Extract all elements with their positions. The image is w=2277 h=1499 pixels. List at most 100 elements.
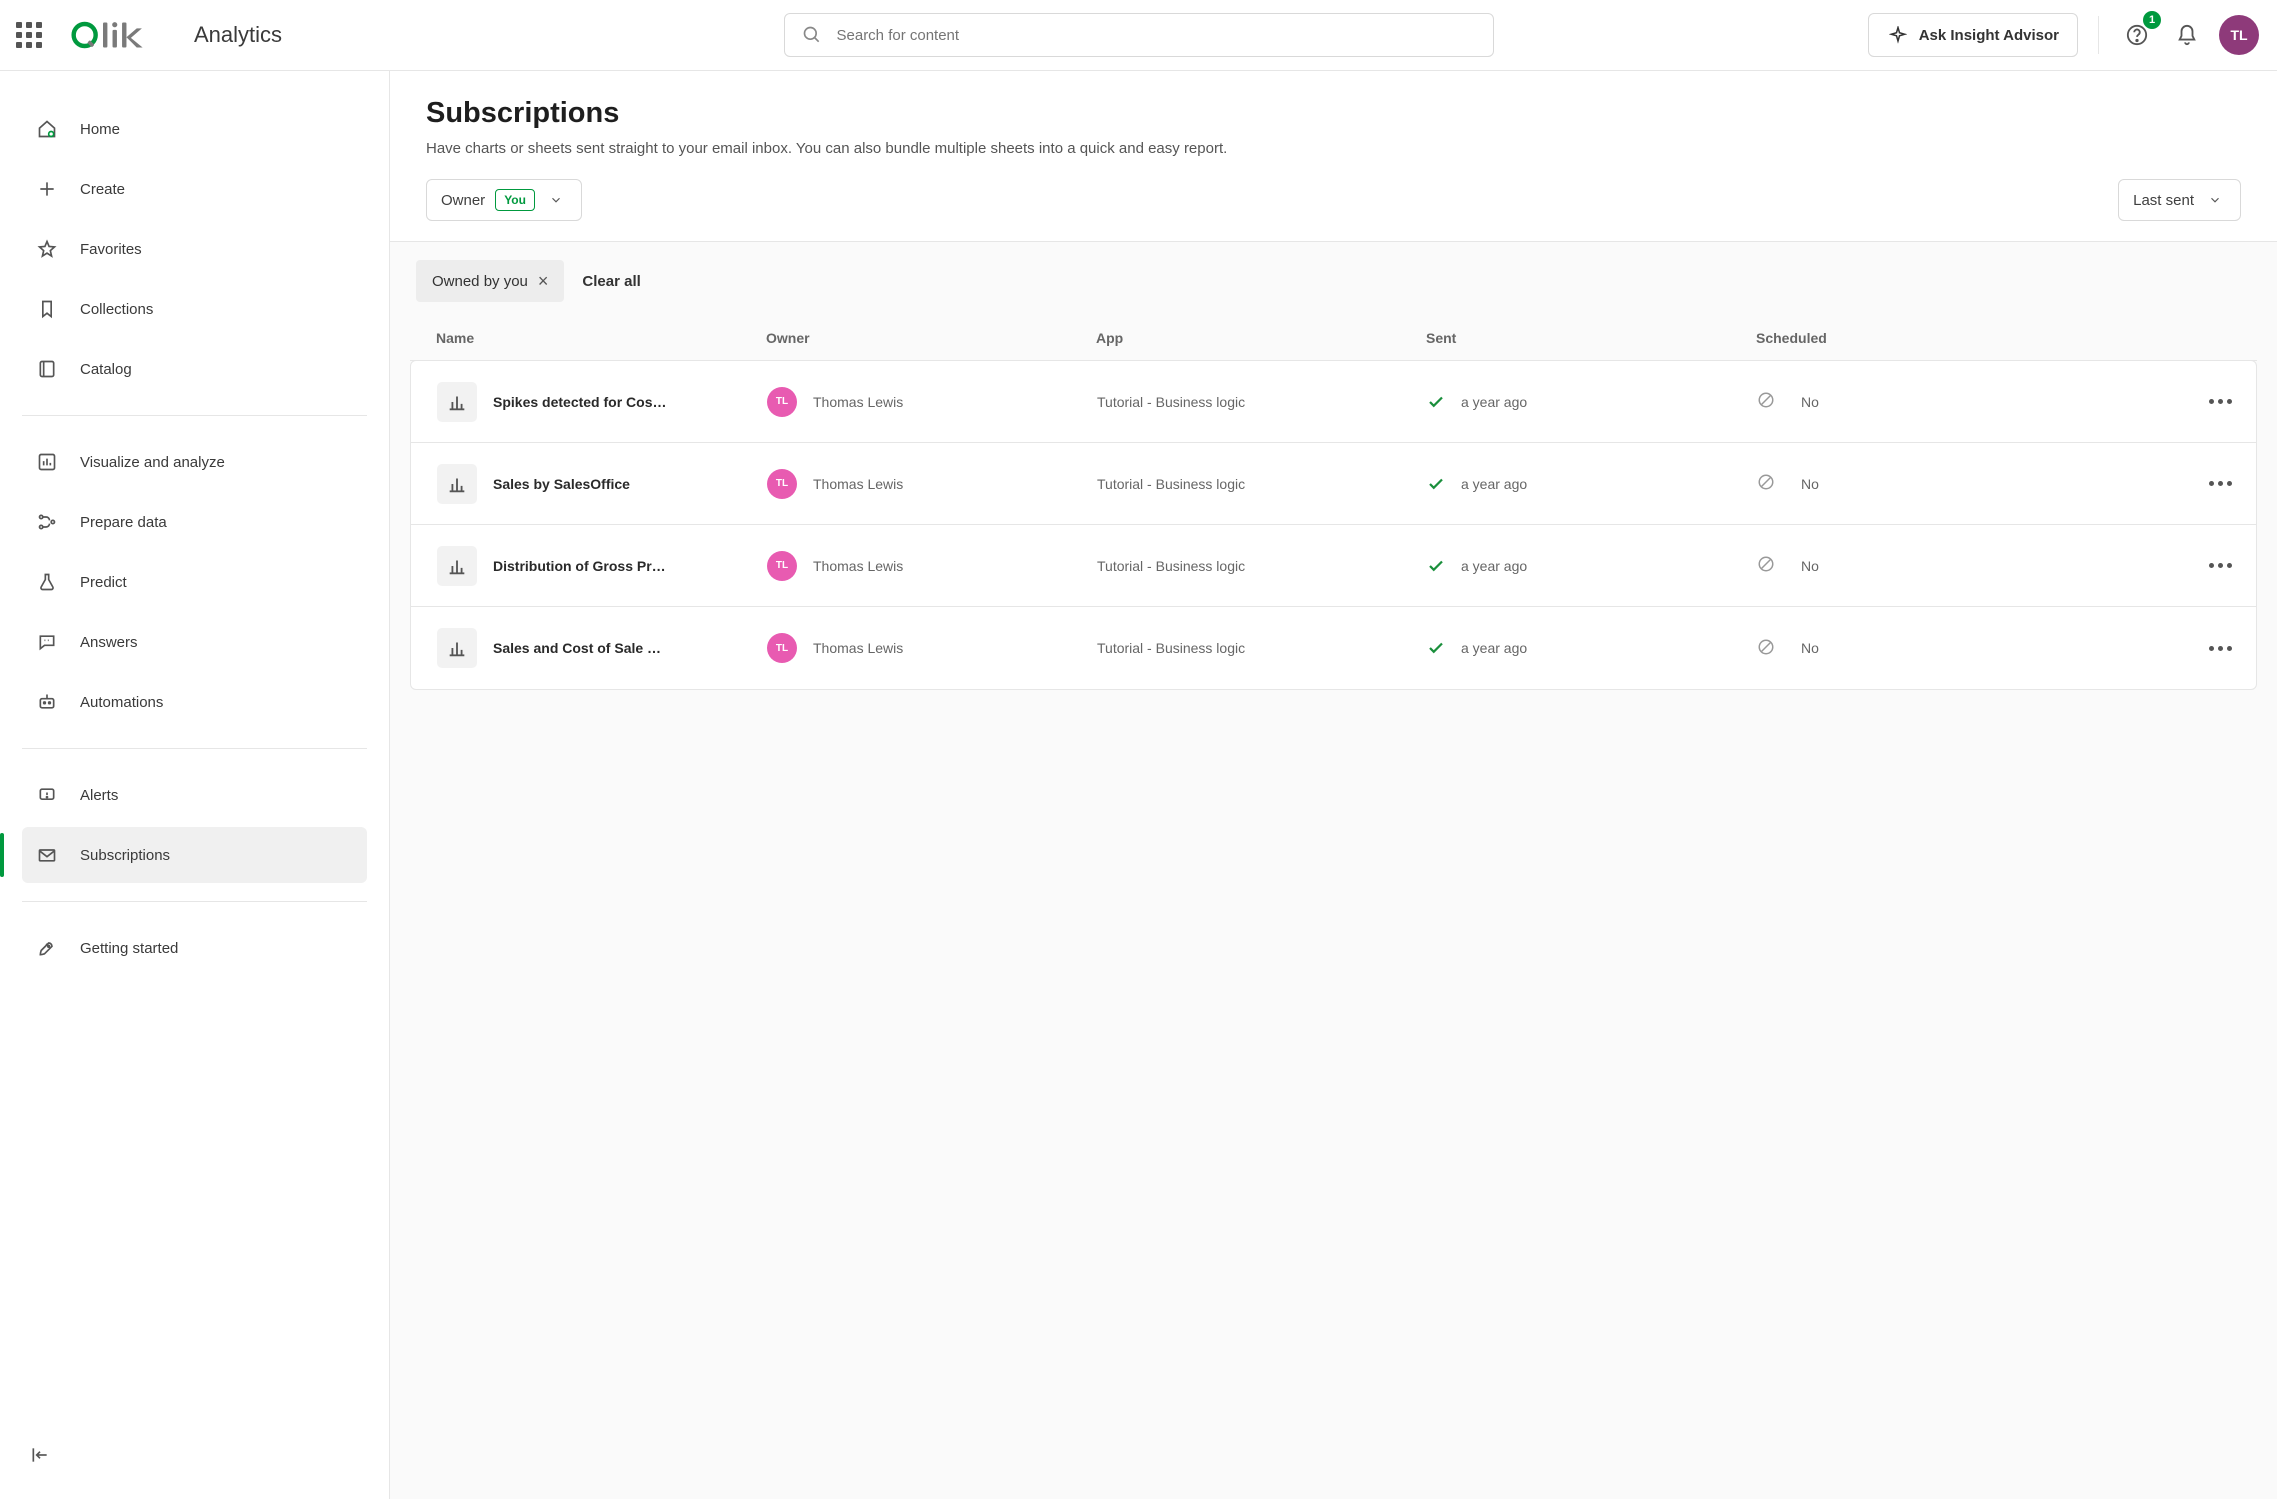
- sort-filter[interactable]: Last sent: [2118, 179, 2241, 221]
- not-scheduled-icon: [1757, 555, 1775, 576]
- chart-icon: [437, 546, 477, 586]
- sidebar-item-create[interactable]: Create: [22, 161, 367, 217]
- notifications-button[interactable]: [2169, 17, 2205, 53]
- bookmark-icon: [36, 298, 58, 320]
- cell-owner: TLThomas Lewis: [767, 551, 1097, 581]
- not-scheduled-icon: [1757, 638, 1775, 659]
- col-name[interactable]: Name: [436, 330, 766, 346]
- cell-actions: [2158, 466, 2238, 502]
- collapse-sidebar-button[interactable]: [22, 1437, 58, 1473]
- mail-icon: [36, 844, 58, 866]
- flow-icon: [36, 511, 58, 533]
- sidebar-item-collections[interactable]: Collections: [22, 281, 367, 337]
- scheduled-label: No: [1801, 476, 1819, 492]
- owner-name: Thomas Lewis: [813, 394, 903, 410]
- table-row[interactable]: Sales by SalesOfficeTLThomas LewisTutori…: [411, 443, 2256, 525]
- not-scheduled-icon: [1757, 473, 1775, 494]
- cell-sent: a year ago: [1427, 475, 1757, 493]
- col-app[interactable]: App: [1096, 330, 1426, 346]
- sidebar-item-label: Predict: [80, 574, 127, 591]
- sidebar-item-label: Automations: [80, 694, 163, 711]
- qlik-logo[interactable]: Analytics: [70, 18, 282, 52]
- sidebar-item-catalog[interactable]: Catalog: [22, 341, 367, 397]
- divider: [2098, 16, 2099, 54]
- cell-actions: [2158, 548, 2238, 584]
- sent-label: a year ago: [1461, 476, 1527, 492]
- help-badge: 1: [2143, 11, 2161, 29]
- sidebar-item-answers[interactable]: Answers: [22, 614, 367, 670]
- subscriptions-table: Name Owner App Sent Scheduled Spikes det…: [410, 316, 2257, 690]
- filter-chip-owned-by-you[interactable]: Owned by you ×: [416, 260, 564, 302]
- page-subtitle: Have charts or sheets sent straight to y…: [426, 140, 2241, 157]
- sidebar-item-label: Favorites: [80, 241, 142, 258]
- cell-scheduled: No: [1757, 638, 2158, 659]
- global-search[interactable]: [784, 13, 1494, 57]
- top-bar: Analytics Ask Insight Advisor 1 TL: [0, 0, 2277, 71]
- sort-filter-label: Last sent: [2133, 192, 2194, 209]
- chart-icon: [437, 382, 477, 422]
- ask-insight-advisor-button[interactable]: Ask Insight Advisor: [1868, 13, 2078, 57]
- chart-icon: [36, 451, 58, 473]
- row-more-button[interactable]: [2202, 630, 2238, 666]
- scheduled-label: No: [1801, 394, 1819, 410]
- user-avatar[interactable]: TL: [2219, 15, 2259, 55]
- alert-icon: [36, 784, 58, 806]
- table-row[interactable]: Spikes detected for Cos…TLThomas LewisTu…: [411, 361, 2256, 443]
- subscription-name: Distribution of Gross Pr…: [493, 558, 666, 574]
- table-body: Spikes detected for Cos…TLThomas LewisTu…: [410, 360, 2257, 690]
- owner-filter[interactable]: Owner You: [426, 179, 582, 221]
- sidebar-item-label: Answers: [80, 634, 138, 651]
- sidebar-item-subscriptions[interactable]: Subscriptions: [22, 827, 367, 883]
- sidebar-item-visualize[interactable]: Visualize and analyze: [22, 434, 367, 490]
- owner-filter-label: Owner: [441, 192, 485, 209]
- sidebar-item-label: Visualize and analyze: [80, 454, 225, 471]
- table-row[interactable]: Sales and Cost of Sale …TLThomas LewisTu…: [411, 607, 2256, 689]
- chevron-down-icon: [2204, 189, 2226, 211]
- sidebar-item-alerts[interactable]: Alerts: [22, 767, 367, 823]
- ask-insight-advisor-label: Ask Insight Advisor: [1919, 27, 2059, 44]
- shell: Home Create Favorites CollectionsCatalog Vis…: [0, 71, 2277, 1499]
- close-icon[interactable]: ×: [538, 271, 549, 292]
- cell-name: Spikes detected for Cos…: [437, 382, 767, 422]
- cell-owner: TL Thomas Lewis: [767, 469, 1097, 499]
- content-area: Owned by you × Clear all Name Owner App …: [390, 241, 2277, 1499]
- sidebar-item-label: Home: [80, 121, 120, 138]
- owner-filter-tag: You: [495, 189, 535, 211]
- table-row[interactable]: Distribution of Gross Pr…TLThomas LewisT…: [411, 525, 2256, 607]
- cell-sent: a year ago: [1427, 393, 1757, 411]
- row-more-button[interactable]: [2202, 466, 2238, 502]
- active-filters-row: Owned by you × Clear all: [410, 260, 2257, 302]
- table-header: Name Owner App Sent Scheduled: [410, 316, 2257, 361]
- cell-sent: a year ago: [1427, 557, 1757, 575]
- not-scheduled-icon: [1757, 391, 1775, 412]
- row-more-button[interactable]: [2202, 548, 2238, 584]
- plus-icon: [36, 178, 58, 200]
- page-header: Subscriptions Have charts or sheets sent…: [390, 71, 2277, 179]
- row-more-button[interactable]: [2202, 384, 2238, 420]
- sidebar-item-automations[interactable]: Automations: [22, 674, 367, 730]
- sidebar-item-home[interactable]: Home: [22, 101, 367, 157]
- col-sent[interactable]: Sent: [1426, 330, 1756, 346]
- sidebar-item-label: Prepare data: [80, 514, 167, 531]
- sidebar-item-prepare[interactable]: Prepare data: [22, 494, 367, 550]
- sidebar-item-predict[interactable]: Predict: [22, 554, 367, 610]
- brand-product-label: Analytics: [194, 22, 282, 48]
- topbar-right: Ask Insight Advisor 1 TL: [1868, 13, 2259, 57]
- cell-scheduled: No: [1757, 555, 2158, 576]
- chart-icon: [437, 464, 477, 504]
- subscription-name: Sales and Cost of Sale …: [493, 640, 661, 656]
- sidebar-item-favorites[interactable]: Favorites: [22, 221, 367, 277]
- sidebar-group: Visualize and analyze Prepare data Predict…: [0, 422, 389, 742]
- chart-icon: [437, 628, 477, 668]
- sidebar-item-getting_started[interactable]: Getting started: [22, 920, 367, 976]
- sidebar-footer: [0, 1422, 389, 1487]
- owner-name: Thomas Lewis: [813, 476, 903, 492]
- home-icon: [36, 118, 58, 140]
- col-owner[interactable]: Owner: [766, 330, 1096, 346]
- app-launcher-icon[interactable]: [16, 22, 46, 48]
- search-input[interactable]: [835, 26, 1477, 45]
- clear-all-button[interactable]: Clear all: [582, 273, 640, 290]
- help-button[interactable]: 1: [2119, 17, 2155, 53]
- col-scheduled[interactable]: Scheduled: [1756, 330, 2159, 346]
- owner-avatar: TL: [767, 469, 797, 499]
